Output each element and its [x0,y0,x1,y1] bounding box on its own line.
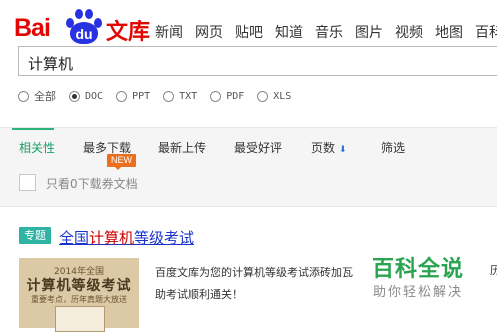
topic-desc-line1: 百度文库为您的计算机等级考试添砖加瓦 [155,266,353,279]
radio-icon [257,90,269,102]
nav-music[interactable]: 音乐 [315,22,343,42]
nav-tieba[interactable]: 贴吧 [235,22,263,42]
file-type-all[interactable]: 全部 [18,88,56,104]
cover-illustration [55,306,105,332]
topic-title-pre: 全国 [59,229,90,247]
cover-title: 计算机等级考试 [26,278,132,294]
radio-icon [210,90,222,102]
arrow-down-icon: ⬇ [339,145,347,155]
free-only-label[interactable]: 只看0下载券文档 [46,175,138,192]
topic-tag: 专题 [19,227,51,244]
cover-subtitle: 重要考点，历年真题大放送 [31,295,127,304]
nav-video[interactable]: 视频 [395,22,423,42]
nav-map[interactable]: 地图 [435,22,463,42]
sort-pages-label: 页数 [311,141,336,155]
watermark-subtitle: 助你轻松解决 [373,285,464,300]
topic-title-post: 等级考试 [134,229,195,247]
file-type-label: TXT [179,90,198,102]
topic-desc-line2: 助考试顺利通关！ [155,288,243,301]
file-type-filter: 全部 DOC PPT TXT PDF XLS [18,88,304,104]
sort-top-rated[interactable]: 最受好评 [234,139,282,156]
file-type-label: PDF [226,90,245,102]
file-type-txt[interactable]: TXT [163,88,197,104]
topic-title-highlight: 计算机 [89,229,135,247]
new-badge: NEW [107,154,136,170]
baidu-wenku-logo[interactable]: Bai du 文库 [12,6,150,46]
file-type-label: XLS [273,90,292,102]
free-only-checkbox[interactable] [19,174,36,191]
radio-icon [116,90,128,102]
file-type-ppt[interactable]: PPT [116,88,150,104]
nav-images[interactable]: 图片 [355,22,383,42]
radio-selected-icon [69,90,80,102]
paw-icon: du [62,8,106,46]
nav-baike[interactable]: 百科 [475,22,497,42]
search-input[interactable]: 计算机 [18,46,497,76]
watermark-title: 百科全说 [372,257,465,282]
radio-icon [163,90,175,102]
top-nav: 新闻 网页 贴吧 知道 音乐 图片 视频 地图 百科 [155,22,497,42]
logo-du-text: du [70,22,98,44]
topic-desc-tail: 历 [490,264,497,277]
logo-wenku-text: 文库 [106,20,151,45]
sort-relevance[interactable]: 相关性 [19,139,55,156]
radio-icon [18,90,29,102]
sort-filter-bar: 相关性 最多下载 最新上传 最受好评 页数 ⬇ 筛选 NEW 只看0下载券文档 [0,127,497,207]
filter-button[interactable]: 筛选 [381,139,405,156]
file-type-label: 全部 [34,90,56,103]
file-type-pdf[interactable]: PDF [210,88,244,104]
file-type-label: DOC [85,90,104,102]
sort-pages[interactable]: 页数 ⬇ [311,139,347,156]
topic-cover-image[interactable]: 2014年全国 计算机等级考试 重要考点，历年真题大放送 [19,258,139,332]
topic-title-link[interactable]: 全国计算机等级考试 [59,227,194,248]
nav-web[interactable]: 网页 [195,22,223,42]
watermark: 百科全说 助你轻松解决 [372,256,464,302]
file-type-xls[interactable]: XLS [257,88,291,104]
sort-latest[interactable]: 最新上传 [158,139,206,156]
active-tab-indicator [12,128,54,130]
logo-bai-text: Bai [14,14,51,42]
nav-zhidao[interactable]: 知道 [275,22,303,42]
file-type-doc[interactable]: DOC [69,88,103,104]
file-type-label: PPT [132,90,151,102]
search-input-value: 计算机 [28,55,74,73]
nav-news[interactable]: 新闻 [155,22,183,42]
topic-description: 百度文库为您的计算机等级考试添砖加瓦 助考试顺利通关！ [155,262,380,306]
